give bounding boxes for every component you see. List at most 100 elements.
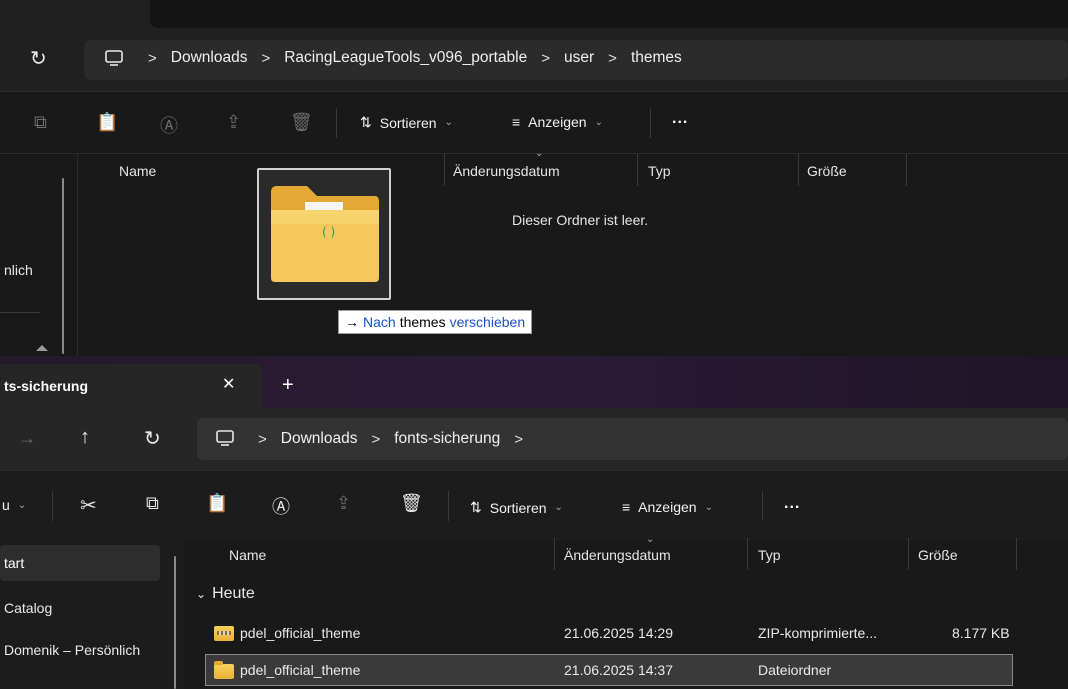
arrow-right-icon: → (345, 314, 359, 330)
sidebar-item-label: tart (4, 555, 25, 571)
new-tab-button[interactable]: + (282, 374, 294, 397)
breadcrumb-chevron-icon: > (258, 430, 267, 448)
refresh-icon[interactable]: ↻ (144, 426, 161, 451)
cut-icon[interactable]: ✂ (80, 493, 97, 518)
tooltip-suffix: verschieben (449, 314, 526, 330)
tab-title: ts-sicherung (4, 378, 89, 394)
scroll-up-icon[interactable] (36, 345, 48, 351)
rename-icon[interactable]: Ⓐ (160, 112, 178, 138)
breadcrumb-chevron-icon: > (608, 49, 617, 67)
view-icon: ≡ (512, 114, 521, 130)
copy-icon[interactable]: ⧉ (34, 112, 47, 133)
breadcrumb-item[interactable]: Downloads (171, 49, 248, 67)
group-header-today[interactable]: ⌄ Heute (196, 585, 255, 603)
more-options-button[interactable]: ... (784, 495, 800, 513)
breadcrumb-item[interactable]: RacingLeagueTools_v096_portable (284, 49, 527, 67)
folder-icon: ( ) (271, 186, 379, 282)
sort-indicator-icon: ⌄ (535, 148, 544, 159)
file-type: ZIP-komprimierte... (758, 625, 878, 641)
breadcrumb-item[interactable]: themes (631, 49, 682, 67)
nav-scrollbar[interactable] (174, 556, 176, 689)
toolbar-divider (762, 491, 763, 521)
file-size: 8.177 KB (952, 625, 1010, 641)
chevron-down-icon: ⌄ (554, 502, 563, 513)
tab-fonts-sicherung[interactable]: ts-sicherung ✕ (0, 364, 262, 408)
copy-icon[interactable]: ⧉ (146, 493, 159, 514)
view-label: Anzeigen (638, 499, 697, 515)
bottom-command-bar: u ⌄ ✂ ⧉ 📋 Ⓐ ⇪ 🗑 ⇅ Sortieren ⌄ ≡ Anzeigen… (0, 470, 1068, 540)
forward-arrow-icon[interactable]: → (18, 428, 36, 449)
share-icon[interactable]: ⇪ (226, 112, 241, 133)
column-divider (637, 154, 638, 186)
more-options-button[interactable]: ... (672, 110, 688, 128)
sort-indicator-icon: ⌄ (646, 534, 655, 545)
chevron-down-icon: ⌄ (594, 116, 603, 128)
view-button[interactable]: ≡ Anzeigen ⌄ (622, 499, 713, 515)
delete-icon[interactable]: 🗑 (290, 112, 313, 133)
column-header-date[interactable]: Änderungsdatum (453, 163, 560, 179)
delete-icon[interactable]: 🗑 (400, 493, 423, 514)
column-divider (554, 538, 555, 570)
sort-button[interactable]: ⇅ Sortieren ⌄ (360, 114, 453, 131)
group-header-label: Heute (212, 585, 255, 602)
breadcrumb-item[interactable]: fonts-sicherung (394, 430, 500, 448)
chevron-down-icon: ⌄ (17, 499, 27, 511)
column-divider (1016, 538, 1017, 570)
paste-icon[interactable]: 📋 (206, 493, 228, 514)
toolbar-divider (52, 491, 53, 521)
breadcrumb-item[interactable]: user (564, 49, 594, 67)
file-type: Dateiordner (758, 662, 832, 678)
file-date: 21.06.2025 14:29 (564, 625, 673, 641)
empty-folder-message: Dieser Ordner ist leer. (512, 212, 649, 228)
svg-text:( ): ( ) (322, 225, 335, 239)
nav-scrollbar[interactable] (62, 178, 64, 354)
sidebar-item-personal[interactable]: Domenik – Persönlich (4, 642, 140, 658)
view-label: Anzeigen (528, 114, 587, 130)
computer-icon (104, 48, 124, 72)
column-header-name[interactable]: Name (119, 163, 156, 179)
close-icon[interactable]: ✕ (222, 374, 235, 394)
sort-label: Sortieren (379, 114, 437, 131)
top-breadcrumb: > Downloads > RacingLeagueTools_v096_por… (148, 49, 682, 67)
zip-folder-icon (214, 626, 234, 641)
column-header-type[interactable]: Typ (648, 163, 671, 179)
chevron-down-icon: ⌄ (444, 117, 453, 128)
column-divider (747, 538, 748, 570)
paste-icon[interactable]: 📋 (96, 112, 118, 133)
sort-icon: ⇅ (360, 114, 372, 130)
file-row-selected[interactable]: pdel_official_theme 21.06.2025 14:37 Dat… (205, 654, 1013, 686)
sidebar-item-start[interactable]: tart (0, 545, 160, 581)
sidebar-item-label[interactable]: nlich (4, 262, 33, 278)
column-header-size[interactable]: Größe (807, 163, 847, 179)
sort-label: Sortieren (489, 499, 547, 516)
top-tab-strip (150, 0, 1068, 28)
new-button[interactable]: u ⌄ (2, 497, 26, 513)
share-icon[interactable]: ⇪ (336, 493, 351, 514)
sidebar-item-catalog[interactable]: Catalog (4, 600, 52, 616)
drag-tooltip: → Nach themes verschieben (338, 310, 533, 334)
breadcrumb-chevron-icon: > (514, 430, 523, 448)
breadcrumb-item[interactable]: Downloads (281, 430, 358, 448)
column-header-size[interactable]: Größe (918, 547, 958, 563)
view-button[interactable]: ≡ Anzeigen ⌄ (512, 114, 603, 130)
drag-preview: ( ) (257, 168, 391, 300)
column-divider (444, 154, 445, 186)
chevron-down-icon: ⌄ (704, 501, 713, 513)
rename-icon[interactable]: Ⓐ (272, 493, 290, 519)
sort-button[interactable]: ⇅ Sortieren ⌄ (470, 499, 563, 516)
column-header-type[interactable]: Typ (758, 547, 781, 563)
column-header-name[interactable]: Name (229, 547, 266, 563)
column-header-date[interactable]: Änderungsdatum (564, 547, 671, 563)
column-divider (906, 154, 907, 186)
view-icon: ≡ (622, 499, 631, 515)
file-row[interactable]: pdel_official_theme 21.06.2025 14:29 ZIP… (205, 618, 1013, 648)
top-navigation-pane (0, 154, 78, 356)
breadcrumb-chevron-icon: > (371, 430, 381, 448)
folder-icon (214, 661, 234, 679)
file-name: pdel_official_theme (240, 662, 361, 678)
up-arrow-icon[interactable]: ↑ (80, 426, 90, 449)
sidebar-divider (0, 312, 40, 313)
refresh-icon[interactable]: ↻ (30, 46, 47, 71)
new-label: u (2, 497, 10, 513)
sort-icon: ⇅ (470, 499, 482, 515)
